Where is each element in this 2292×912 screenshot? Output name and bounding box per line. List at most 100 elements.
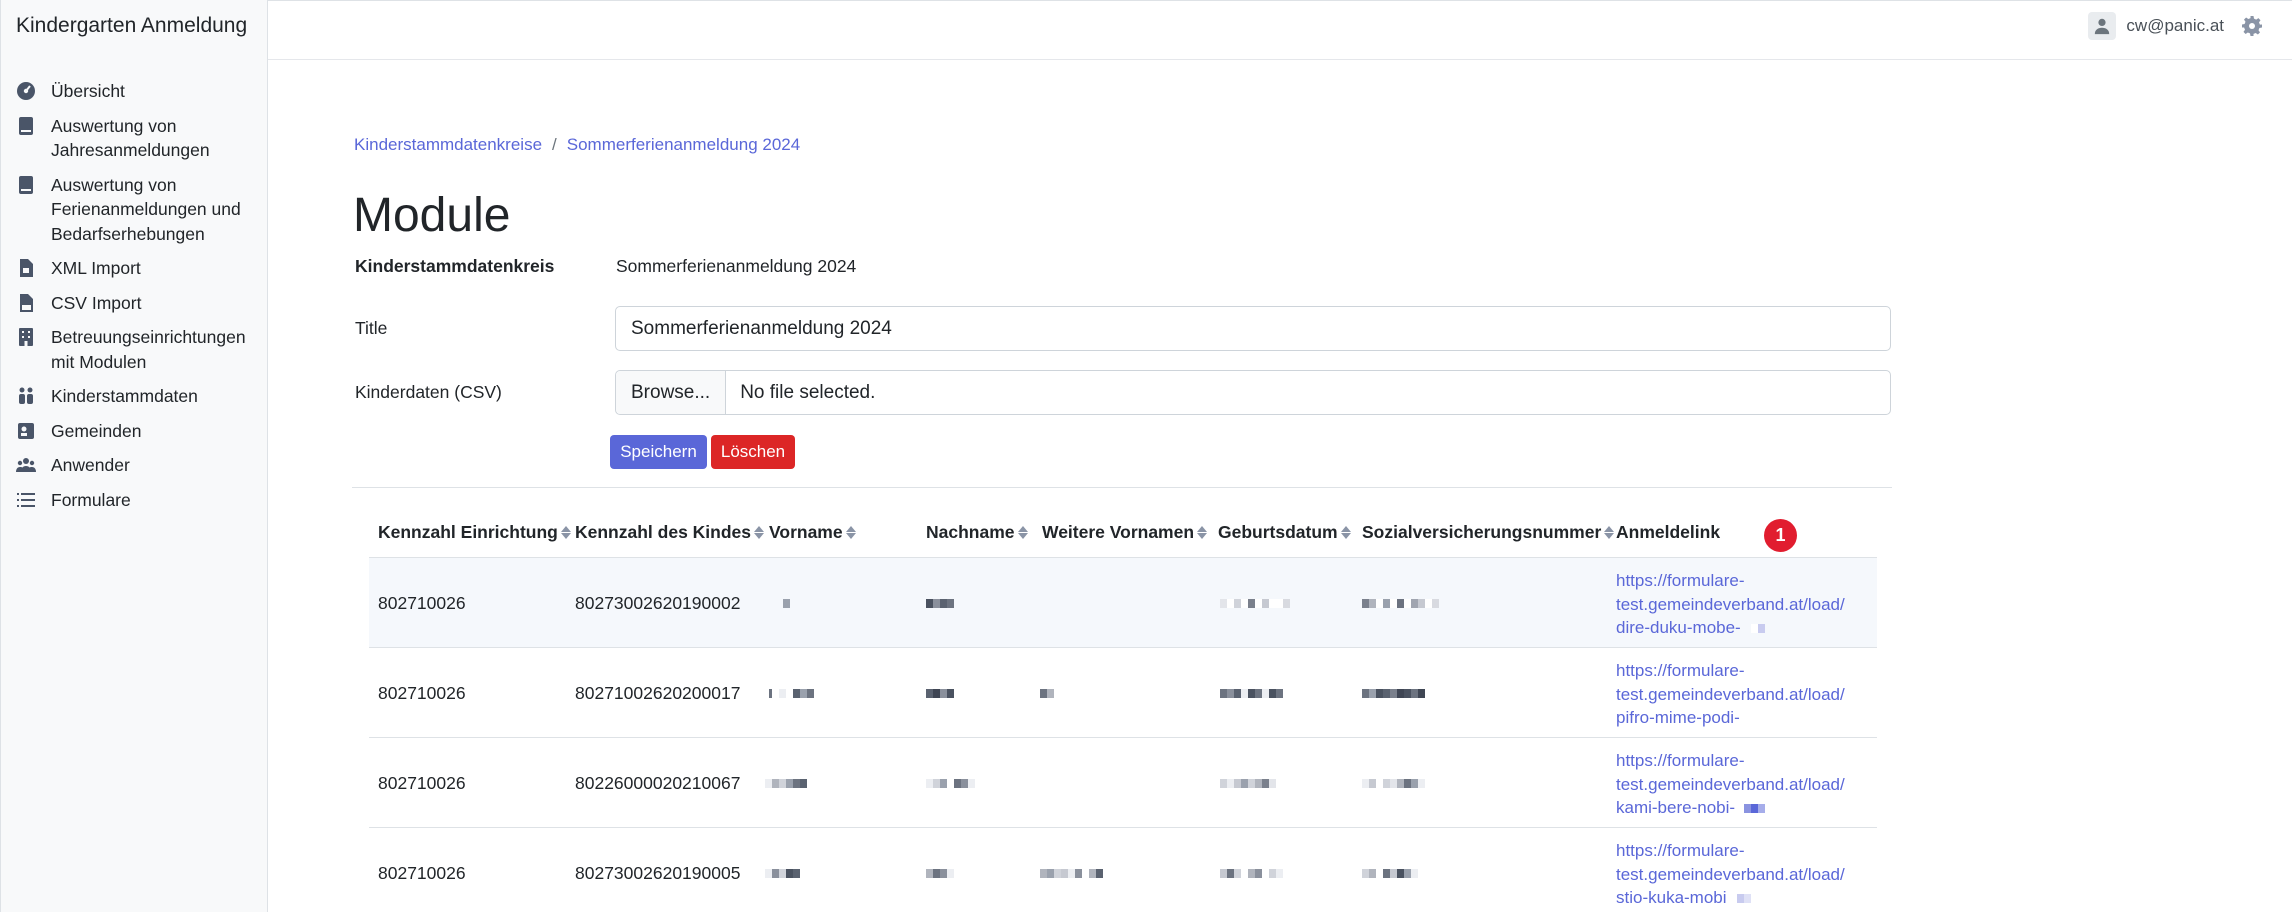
building-icon	[15, 326, 37, 348]
user-menu[interactable]: cw@panic.at	[2088, 12, 2224, 40]
redacted-vorname	[783, 558, 790, 648]
users-icon	[15, 454, 37, 476]
sidebar-item-label: CSV Import	[51, 292, 142, 313]
circle-value: Sommerferienanmeldung 2024	[616, 256, 857, 276]
table-row: 802710026 80271002620200017 https://form…	[369, 648, 1877, 738]
table-header: Kennzahl Einrichtung Kennzahl des Kindes…	[369, 512, 1877, 558]
sidebar-item-xml-import[interactable]: XML Import	[15, 256, 259, 281]
list-icon	[15, 489, 37, 511]
cell-kind: 80226000020210067	[575, 772, 741, 793]
sidebar-item-kinderstammdaten[interactable]: Kinderstammdaten	[15, 384, 259, 409]
cell-einrichtung: 802710026	[378, 592, 466, 613]
redacted-nachname	[926, 558, 954, 648]
redacted-geburtsdatum	[1220, 828, 1283, 912]
sort-icon[interactable]	[1197, 526, 1208, 539]
col-header-geburtsdatum[interactable]: Geburtsdatum	[1218, 522, 1351, 543]
circle-label: Kinderstammdatenkreis	[355, 256, 555, 276]
redacted-vorname	[765, 738, 807, 828]
breadcrumb-current-link[interactable]: Sommerferienanmeldung 2024	[567, 135, 800, 155]
redacted-nachname	[926, 648, 954, 738]
sidebar-item-formulare[interactable]: Formulare	[15, 488, 259, 513]
sidebar: Kindergarten Anmeldung Übersicht Auswert…	[0, 0, 268, 912]
user-icon	[2088, 12, 2117, 40]
sort-icon[interactable]	[1604, 526, 1615, 539]
redacted-geburtsdatum	[1220, 558, 1290, 648]
sidebar-item-ferienanmeldungen[interactable]: Auswertung von Ferienanmeldungen und Bed…	[15, 173, 259, 247]
csv-label: Kinderdaten (CSV)	[355, 382, 502, 402]
redacted-weitere-vornamen	[1040, 828, 1103, 912]
title-input[interactable]	[615, 306, 1891, 351]
book-icon	[15, 115, 37, 137]
sidebar-item-label: Betreuungseinrichtungen mit Modulen	[51, 327, 246, 372]
notification-badge: 1	[1764, 519, 1797, 552]
children-icon	[15, 385, 37, 407]
redacted-geburtsdatum	[1220, 648, 1283, 738]
modules-table: Kennzahl Einrichtung Kennzahl des Kindes…	[369, 512, 1877, 912]
breadcrumb: Kinderstammdatenkreise / Sommerferienanm…	[354, 135, 800, 155]
sidebar-item-label: Gemeinden	[51, 420, 142, 441]
redacted-weitere-vornamen	[1040, 648, 1054, 738]
file-status: No file selected.	[740, 381, 876, 403]
redacted-svnr	[1362, 648, 1425, 738]
table-row: 802710026 80273002620190002 https://form…	[369, 558, 1877, 648]
sort-icon[interactable]	[560, 526, 571, 539]
gear-icon[interactable]	[2242, 16, 2262, 36]
sidebar-item-label: Formulare	[51, 489, 131, 510]
table-row: 802710026 80273002620190005 https://form…	[369, 828, 1877, 912]
sidebar-item-betreuungseinrichtungen[interactable]: Betreuungseinrichtungen mit Modulen	[15, 325, 259, 374]
user-email: cw@panic.at	[2126, 16, 2224, 35]
col-header-vorname[interactable]: Vorname	[769, 522, 856, 543]
cell-kind: 80273002620190002	[575, 592, 741, 613]
redacted-nachname	[926, 828, 961, 912]
redacted-geburtsdatum	[1220, 738, 1276, 828]
browse-button[interactable]: Browse...	[616, 371, 727, 414]
sidebar-item-csv-import[interactable]: CSV Import	[15, 291, 259, 316]
file-csv-icon	[15, 292, 37, 314]
sidebar-item-label: Kinderstammdaten	[51, 386, 198, 406]
col-header-kind[interactable]: Kennzahl des Kindes	[575, 522, 765, 543]
app-brand[interactable]: Kindergarten Anmeldung	[16, 14, 247, 38]
sidebar-item-uebersicht[interactable]: Übersicht	[15, 79, 259, 104]
delete-button[interactable]: Löschen	[711, 435, 795, 469]
book-icon	[15, 174, 37, 196]
cell-einrichtung: 802710026	[378, 772, 466, 793]
divider	[352, 487, 1892, 488]
col-header-weitere-vornamen[interactable]: Weitere Vornamen	[1042, 522, 1208, 543]
redacted-svnr	[1362, 558, 1439, 648]
sort-icon[interactable]	[754, 526, 765, 539]
redacted-vorname	[769, 648, 814, 738]
breadcrumb-separator: /	[552, 135, 557, 154]
redacted-vorname	[765, 828, 807, 912]
sidebar-item-label: XML Import	[51, 258, 141, 278]
csv-file-input[interactable]: Browse... No file selected.	[615, 370, 1891, 415]
dashboard-icon	[15, 80, 37, 102]
cell-kind: 80273002620190005	[575, 862, 741, 883]
sidebar-item-label: Auswertung von Jahresanmeldungen	[51, 115, 210, 161]
redacted-svnr	[1362, 738, 1425, 828]
sidebar-item-gemeinden[interactable]: Gemeinden	[15, 419, 259, 444]
sort-icon[interactable]	[1017, 526, 1028, 539]
registration-link[interactable]: https://formulare-test.gemeindeverband.a…	[1616, 569, 1845, 640]
address-card-icon	[15, 420, 37, 442]
sidebar-item-jahresanmeldungen[interactable]: Auswertung von Jahresanmeldungen	[15, 114, 259, 163]
cell-kind: 80271002620200017	[575, 682, 741, 703]
title-label: Title	[355, 318, 388, 338]
file-code-icon	[15, 257, 37, 279]
col-header-svnr[interactable]: Sozialversicherungsnummer	[1362, 522, 1615, 543]
redacted-svnr	[1362, 828, 1418, 912]
sort-icon[interactable]	[845, 526, 856, 539]
col-header-einrichtung[interactable]: Kennzahl Einrichtung	[378, 522, 571, 543]
save-button[interactable]: Speichern	[610, 435, 707, 469]
sidebar-item-anwender[interactable]: Anwender	[15, 453, 259, 478]
registration-link[interactable]: https://formulare-test.gemeindeverband.a…	[1616, 659, 1845, 730]
breadcrumb-parent-link[interactable]: Kinderstammdatenkreise	[354, 135, 542, 155]
col-header-anmeldelink: Anmeldelink	[1616, 522, 1721, 542]
sidebar-item-label: Auswertung von Ferienanmeldungen und Bed…	[51, 174, 241, 244]
col-header-nachname[interactable]: Nachname	[926, 522, 1028, 543]
sort-icon[interactable]	[1340, 526, 1351, 539]
registration-link[interactable]: https://formulare-test.gemeindeverband.a…	[1616, 839, 1845, 910]
sidebar-item-label: Anwender	[51, 455, 130, 475]
redacted-nachname	[926, 738, 975, 828]
registration-link[interactable]: https://formulare-test.gemeindeverband.a…	[1616, 749, 1845, 820]
page-title: Module	[353, 189, 511, 242]
